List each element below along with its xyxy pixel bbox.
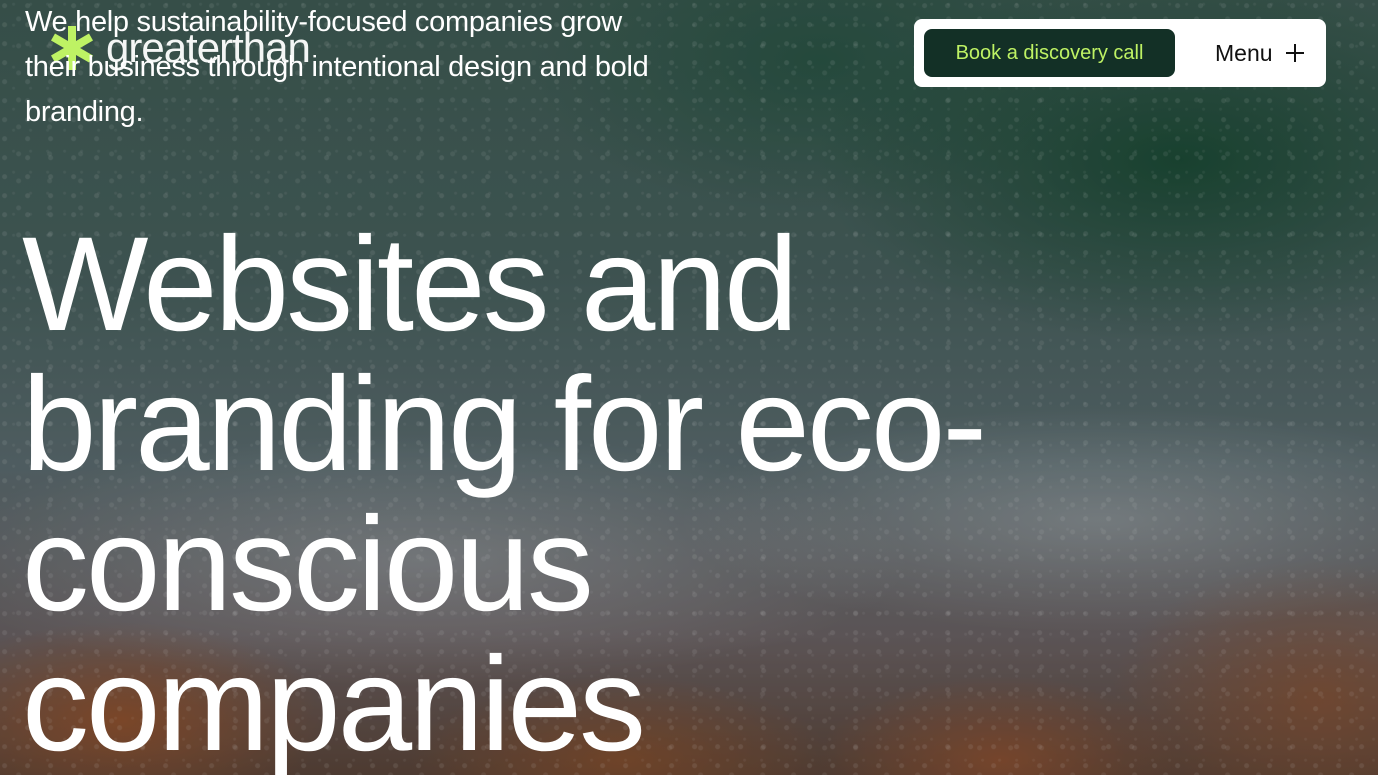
headline-line: Websites and bbox=[22, 210, 798, 359]
menu-label: Menu bbox=[1215, 39, 1273, 66]
headline-line: branding for eco- bbox=[22, 350, 987, 499]
plus-icon bbox=[1285, 44, 1304, 62]
hero-headline: Websites and branding for eco- conscious… bbox=[22, 210, 987, 775]
headline-line: conscious bbox=[22, 490, 594, 639]
menu-button[interactable]: Menu bbox=[1215, 40, 1305, 67]
header-nav: Book a discovery call Menu bbox=[914, 19, 1326, 87]
hero-tagline: We help sustainability-focused companies… bbox=[25, 6, 649, 128]
headline-line: companies bbox=[22, 630, 646, 775]
book-discovery-call-button[interactable]: Book a discovery call bbox=[924, 29, 1175, 77]
